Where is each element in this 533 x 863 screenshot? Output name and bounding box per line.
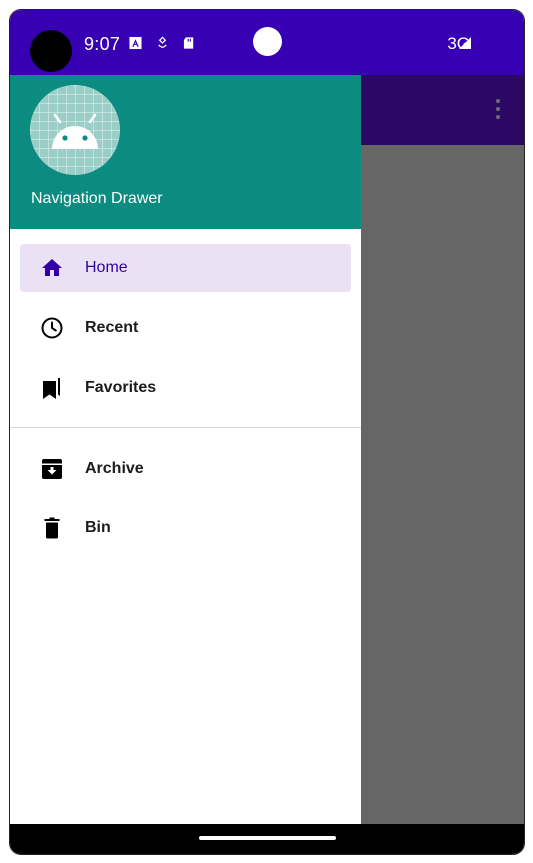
clock-icon bbox=[40, 316, 64, 340]
status-time: 9:07 bbox=[84, 34, 121, 54]
menu-item-recent[interactable]: Recent bbox=[20, 304, 351, 352]
menu-item-label: Favorites bbox=[85, 379, 157, 396]
menu-divider bbox=[10, 427, 361, 428]
menu-item-label: Bin bbox=[85, 519, 111, 536]
menu-item-archive[interactable]: Archive bbox=[20, 445, 351, 493]
home-gesture-handle[interactable] bbox=[199, 836, 336, 840]
navigation-drawer: Navigation Drawer Home Recent Favorites … bbox=[10, 75, 361, 826]
notification-dot bbox=[253, 27, 282, 56]
location-icon bbox=[158, 36, 167, 48]
menu-item-label: Home bbox=[85, 259, 128, 276]
overflow-menu-icon[interactable] bbox=[496, 99, 500, 123]
trash-icon bbox=[40, 516, 64, 540]
menu-item-label: Recent bbox=[85, 319, 139, 336]
sd-card-icon bbox=[183, 37, 194, 49]
menu-item-home[interactable]: Home bbox=[20, 244, 351, 292]
system-navigation-bar bbox=[10, 824, 524, 854]
menu-item-bin[interactable]: Bin bbox=[20, 504, 351, 552]
drawer-header: Navigation Drawer bbox=[10, 75, 361, 229]
status-bar: 9:07 3G bbox=[10, 10, 524, 75]
bookmarks-icon bbox=[40, 376, 64, 400]
menu-item-favorites[interactable]: Favorites bbox=[20, 364, 351, 412]
home-icon bbox=[40, 256, 64, 280]
menu-item-label: Archive bbox=[85, 460, 144, 477]
archive-icon bbox=[40, 457, 64, 481]
signal-icon bbox=[459, 37, 471, 49]
front-camera bbox=[30, 30, 72, 72]
phone-frame: 9:07 3G Navigation Drawer Home Recent Fa… bbox=[9, 9, 525, 855]
drawer-title: Navigation Drawer bbox=[31, 190, 163, 207]
app-notification-icon bbox=[129, 36, 142, 50]
android-avatar bbox=[30, 85, 120, 175]
